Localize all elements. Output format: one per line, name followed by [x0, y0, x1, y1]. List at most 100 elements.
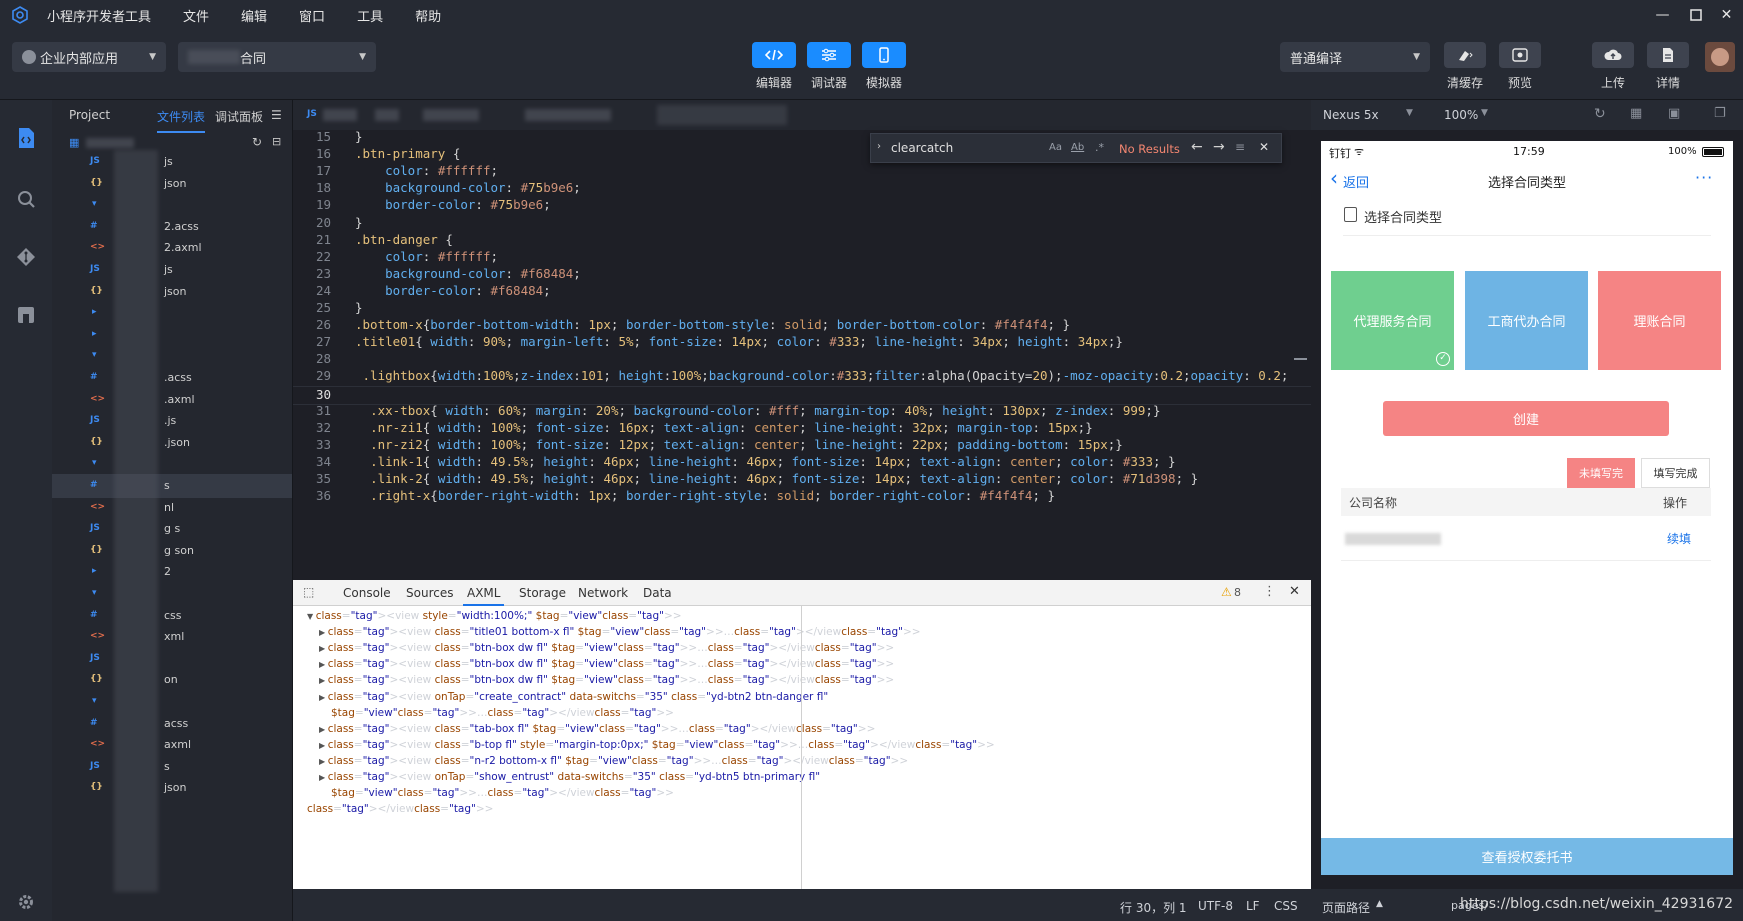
warning-count[interactable]: 8 — [1234, 586, 1241, 599]
editor-tab-1[interactable] — [323, 109, 357, 121]
whole-word-icon[interactable]: Ab — [1071, 142, 1084, 153]
axml-node[interactable]: $tag="view"class="tag">>…class="tag"></v… — [331, 787, 674, 799]
tree-row[interactable]: ▸ — [52, 323, 292, 347]
tree-row[interactable]: ▾ — [52, 344, 292, 368]
tree-row[interactable]: # .acss — [52, 366, 292, 390]
reload-icon[interactable]: ↻ — [1594, 106, 1606, 122]
axml-node[interactable]: ▶ class="tag"><view class="tab-box fl" $… — [319, 723, 875, 735]
more-options-icon[interactable]: ⋮ — [1263, 584, 1276, 599]
clear-cache-button[interactable]: 清缓存 — [1443, 42, 1487, 91]
close-window-icon[interactable]: ✕ — [1710, 0, 1743, 30]
settings-gear-icon[interactable] — [12, 888, 40, 916]
menu-edit[interactable]: 编辑 — [241, 6, 267, 25]
tree-row[interactable]: ▸ 2 — [52, 560, 292, 584]
editor-tab-4[interactable] — [525, 109, 611, 121]
axml-node[interactable]: $tag="view"class="tag">>…class="tag"></v… — [331, 707, 674, 719]
extensions-icon[interactable] — [12, 301, 40, 329]
line-ending[interactable]: LF — [1246, 899, 1260, 913]
axml-node[interactable]: ▶ class="tag"><view class="btn-box dw fl… — [319, 642, 894, 654]
tab-debug-panel[interactable]: 调试面板 — [215, 108, 263, 125]
expand-toggle-icon[interactable]: ▶ — [319, 741, 328, 750]
tree-row[interactable]: <> nl — [52, 496, 292, 520]
expand-toggle-icon[interactable]: ▼ — [307, 612, 316, 621]
tab-file-list[interactable]: 文件列表 — [157, 108, 206, 133]
encoding[interactable]: UTF-8 — [1198, 899, 1233, 913]
axml-node[interactable]: ▶ class="tag"><view onTap="create_contra… — [319, 691, 828, 703]
view-authorization-button[interactable]: 查看授权委托书 — [1321, 838, 1733, 875]
tab-axml[interactable]: AXML — [462, 586, 506, 606]
menu-help[interactable]: 帮助 — [415, 6, 441, 25]
page-path-label[interactable]: 页面路径 — [1322, 899, 1370, 916]
expand-toggle-icon[interactable]: ▶ — [319, 757, 328, 766]
filter-filled-button[interactable]: 填写完成 — [1641, 458, 1710, 488]
editor-button[interactable]: 编辑器 — [752, 42, 796, 91]
expand-toggle-icon[interactable]: ▶ — [319, 773, 328, 782]
compile-mode-select[interactable]: 普通编译 ▼ — [1280, 42, 1430, 72]
tree-row[interactable]: <> axml — [52, 733, 292, 757]
expand-toggle-icon[interactable]: ▶ — [319, 644, 328, 653]
contract-type-card-agency[interactable]: 代理服务合同 ✓ — [1331, 271, 1454, 370]
tab-console[interactable]: Console — [343, 586, 391, 600]
debugger-button[interactable]: 调试器 — [807, 42, 851, 91]
tree-row[interactable]: <> xml — [52, 625, 292, 649]
contract-type-card-accounting[interactable]: 理账合同 — [1598, 271, 1721, 370]
tree-row[interactable]: {} json — [52, 280, 292, 304]
devtools-split-divider[interactable] — [801, 606, 802, 889]
tree-row[interactable]: ▾ — [52, 690, 292, 714]
files-icon[interactable] — [12, 124, 40, 152]
tree-row[interactable]: #2.acss — [52, 215, 292, 239]
axml-node[interactable]: ▶ class="tag"><view class="n-r2 bottom-x… — [319, 755, 908, 767]
user-avatar[interactable] — [1705, 42, 1735, 72]
refresh-icon[interactable]: ↻ — [252, 135, 262, 149]
expand-replace-icon[interactable]: › — [877, 141, 881, 152]
expand-toggle-icon[interactable]: ▶ — [319, 725, 328, 734]
editor-tab-3[interactable] — [423, 109, 479, 121]
tree-row[interactable]: JS js — [52, 258, 292, 282]
regex-icon[interactable]: .* — [1095, 141, 1104, 154]
tab-network[interactable]: Network — [578, 586, 628, 600]
tree-row[interactable]: {} .json — [52, 431, 292, 455]
grid-layout-icon[interactable]: ▦ — [1630, 106, 1642, 121]
editor-tab-active[interactable] — [657, 105, 787, 125]
simulator-button[interactable]: 模拟器 — [862, 42, 906, 91]
tree-row[interactable]: {} g son — [52, 539, 292, 563]
details-button[interactable]: 详情 — [1646, 42, 1690, 91]
tab-storage[interactable]: Storage — [519, 586, 566, 600]
preview-button[interactable]: 预览 — [1498, 42, 1542, 91]
continue-fill-link[interactable]: 续填 — [1667, 530, 1691, 547]
tree-row[interactable]: JS js — [52, 150, 292, 174]
code-line[interactable]: 36 .right-x{border-right-width: 1px; bor… — [293, 488, 1311, 507]
previous-match-icon[interactable]: ← — [1191, 139, 1203, 155]
axml-node[interactable]: ▶ class="tag"><view class="btn-box dw fl… — [319, 674, 894, 686]
tab-project[interactable]: Project — [69, 108, 110, 122]
app-scope-select[interactable]: 企业内部应用 ▼ — [12, 42, 166, 72]
project-select[interactable]: 合同 ▼ — [178, 42, 376, 72]
search-icon[interactable] — [12, 185, 40, 213]
find-input[interactable]: clearcatch — [891, 141, 953, 155]
tree-row[interactable]: {} json — [52, 172, 292, 196]
menu-file[interactable]: 文件 — [183, 6, 209, 25]
zoom-select[interactable]: 100% — [1444, 108, 1478, 122]
next-match-icon[interactable]: → — [1213, 139, 1225, 155]
tree-row[interactable]: # s — [52, 474, 292, 498]
axml-node[interactable]: ▶ class="tag"><view class="title01 botto… — [319, 626, 921, 638]
axml-node[interactable]: ▼ class="tag"><view style="width:100%;" … — [307, 610, 682, 622]
collapse-all-icon[interactable]: ⊟ — [272, 135, 281, 148]
tree-row[interactable]: ▸ — [52, 301, 292, 325]
tree-row[interactable]: JS .js — [52, 409, 292, 433]
inspect-element-icon[interactable]: ⬚ — [303, 585, 314, 599]
screenshot-icon[interactable]: ▣ — [1668, 106, 1680, 121]
minimize-icon[interactable]: — — [1646, 0, 1679, 30]
cursor-position[interactable]: 行 30，列 1 — [1120, 899, 1187, 916]
tree-row[interactable]: {} json — [52, 776, 292, 800]
axml-node[interactable]: ▶ class="tag"><view class="btn-box dw fl… — [319, 658, 894, 670]
close-devtools-icon[interactable]: ✕ — [1289, 584, 1300, 599]
menu-tools[interactable]: 工具 — [357, 6, 383, 25]
git-icon[interactable] — [12, 243, 40, 271]
expand-toggle-icon[interactable]: ▶ — [319, 693, 328, 702]
tree-row[interactable]: JS g s — [52, 517, 292, 541]
tree-row[interactable]: <> 2.axml — [52, 236, 292, 260]
match-case-icon[interactable]: Aa — [1049, 142, 1062, 153]
tree-row[interactable]: JS — [52, 647, 292, 671]
axml-node[interactable]: ▶ class="tag"><view class="b-top fl" sty… — [319, 739, 995, 751]
